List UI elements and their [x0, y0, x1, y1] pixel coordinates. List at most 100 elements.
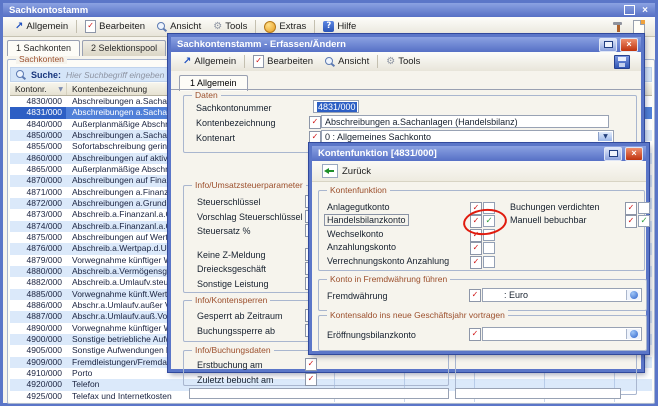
- info-label: Erstbuchung am: [197, 360, 263, 370]
- arrow-ne-icon: ↗: [15, 21, 23, 32]
- menu-tools[interactable]: Tools: [380, 55, 426, 68]
- note-check-icon[interactable]: [470, 256, 482, 269]
- option-row: Manuell bebuchbar: [510, 215, 640, 228]
- note-check-icon[interactable]: [469, 289, 481, 302]
- option-label: Handelsbilanzkonto: [324, 214, 409, 226]
- menu-tools[interactable]: Tools: [207, 20, 253, 33]
- account-number: 4830/000: [10, 96, 66, 107]
- option-row: Verrechnungskonto Anzahlung: [319, 256, 644, 269]
- dropdown-sphere-icon[interactable]: [626, 290, 640, 300]
- col-kontonr[interactable]: Kontonr.: [10, 83, 66, 95]
- note-check-icon[interactable]: [470, 242, 482, 255]
- restore-icon[interactable]: [624, 5, 635, 15]
- account-number: 4909/000: [10, 357, 66, 368]
- checkbox[interactable]: [483, 242, 495, 254]
- zurueck-button[interactable]: Zurück: [317, 163, 376, 179]
- tab-divider: [171, 89, 641, 90]
- close-icon[interactable]: ×: [625, 147, 643, 161]
- close-icon[interactable]: ×: [642, 5, 648, 16]
- saldo-group: Kontensaldo ins neue Geschäftsjahr vortr…: [318, 315, 647, 351]
- erfassen-titlebar: Sachkontenstamm - Erfassen/Ändern ×: [171, 37, 641, 52]
- account-number: 4887/000: [10, 311, 66, 322]
- kontensperren-group-label: Info/Kontensperren: [192, 295, 270, 305]
- info-label: Sonstige Leistung: [197, 279, 269, 289]
- note-check-icon[interactable]: [305, 373, 317, 386]
- account-number: 4925/000: [10, 391, 66, 402]
- info-row: Zuletzt bebucht am: [184, 375, 448, 390]
- option-label: Anzahlungskonto: [327, 242, 396, 252]
- account-number: 4875/000: [10, 232, 66, 243]
- buchungsdaten-group: Info/Buchungsdaten Erstbuchung am Zuletz…: [183, 350, 449, 386]
- account-number: 4900/000: [10, 334, 66, 345]
- save-icon[interactable]: [614, 55, 630, 69]
- option-label: Wechselkonto: [327, 229, 383, 239]
- erfassen-menubar: ↗Allgemein Bearbeiten Ansicht Tools: [171, 52, 641, 72]
- menu-allgemein[interactable]: ↗Allgemein: [177, 55, 242, 68]
- main-window-title: Sachkontostamm: [9, 5, 88, 16]
- menu-ansicht[interactable]: Ansicht: [151, 20, 207, 33]
- note-check-icon[interactable]: [305, 358, 317, 371]
- kontenfunktion-group-label: Kontenfunktion: [327, 185, 390, 195]
- menu-hilfe[interactable]: ?Hilfe: [317, 20, 362, 33]
- checkbox[interactable]: [483, 256, 495, 268]
- fremdwaehrung-combobox[interactable]: : Euro: [482, 288, 642, 302]
- checkbox[interactable]: [638, 202, 650, 214]
- notiz-field[interactable]: [189, 388, 449, 399]
- edit-page-icon: [253, 55, 264, 68]
- option-label: Buchungen verdichten: [510, 202, 600, 212]
- info-label: Buchungssperre ab: [197, 326, 275, 336]
- fremdwaehrung-label: Fremdwährung: [327, 291, 388, 301]
- option-label: Anlagegutkonto: [327, 202, 390, 212]
- kontenart-combobox[interactable]: 0 : Allgemeines Sachkonto: [321, 130, 614, 143]
- option-label: Verrechnungskonto Anzahlung: [327, 256, 449, 266]
- search-label: Suche:: [31, 70, 61, 80]
- minimize-icon[interactable]: [604, 147, 622, 161]
- kontenbezeichnung-field[interactable]: Abschreibungen a.Sachanlagen (Handelsbil…: [321, 115, 609, 128]
- option-row: Anzahlungskonto: [319, 242, 644, 255]
- account-number: 4880/000: [10, 266, 66, 277]
- eroeffnungsbilanzkonto-combobox[interactable]: [482, 327, 642, 341]
- minimize-icon[interactable]: [599, 38, 617, 52]
- dropdown-arrow-icon[interactable]: [598, 132, 612, 141]
- main-titlebar: Sachkontostamm ×: [3, 3, 655, 17]
- account-number: 4831/000: [10, 107, 66, 118]
- note-icon[interactable]: [633, 20, 645, 34]
- kontenfunktion-window-title: Kontenfunktion [4831/000]: [318, 148, 437, 159]
- eroeffnungsbilanzkonto-label: Eröffnungsbilanzkonto: [327, 330, 416, 340]
- sort-arrow-icon: [58, 86, 63, 93]
- hammer-icon[interactable]: [612, 21, 624, 33]
- checkbox[interactable]: [638, 215, 650, 227]
- note-check-icon[interactable]: [469, 328, 481, 341]
- help-icon: ?: [323, 21, 334, 32]
- screen: Sachkontostamm × ↗Allgemein Bearbeiten A…: [0, 0, 658, 406]
- notiz-field[interactable]: [455, 388, 621, 399]
- close-icon[interactable]: ×: [620, 38, 638, 52]
- info-label: Gesperrt ab Zeitraum: [197, 311, 283, 321]
- account-number: 4873/000: [10, 209, 66, 220]
- sachkontonummer-field[interactable]: 4831/000: [313, 100, 359, 113]
- tab-selektionspool[interactable]: 2 Selektionspool: [82, 40, 166, 56]
- menu-bearbeiten[interactable]: Bearbeiten: [247, 54, 319, 69]
- info-label: Steuerschlüssel: [197, 197, 261, 207]
- fremdwaehrung-group-label: Konto in Fremdwährung führen: [327, 274, 450, 284]
- account-number: 4860/000: [10, 153, 66, 164]
- tab-sachkonten[interactable]: 1 Sachkonten: [7, 40, 80, 56]
- account-number: 4910/000: [10, 368, 66, 379]
- menu-extras[interactable]: Extras: [258, 20, 312, 34]
- account-number: 4876/000: [10, 243, 66, 254]
- note-check-icon[interactable]: [625, 215, 637, 228]
- menu-allgemein[interactable]: ↗Allgemein: [9, 20, 74, 33]
- sachkontonummer-label: Sachkontonummer: [196, 103, 272, 113]
- menu-bearbeiten[interactable]: Bearbeiten: [79, 19, 151, 34]
- dropdown-sphere-icon[interactable]: [626, 329, 640, 339]
- kontenfunktion-titlebar: Kontenfunktion [4831/000] ×: [312, 146, 646, 161]
- menu-ansicht[interactable]: Ansicht: [319, 55, 375, 68]
- kontenfunktion-right-options: Buchungen verdichten Manuell bebuchbar: [510, 202, 640, 229]
- erfassen-window-title: Sachkontenstamm - Erfassen/Ändern: [177, 39, 346, 50]
- extras-icon: [264, 21, 276, 33]
- note-check-icon[interactable]: [309, 116, 321, 129]
- gear-icon: [386, 57, 395, 67]
- info-label: Vorschlag Steuerschlüssel: [197, 212, 303, 222]
- buchungsdaten-group-label: Info/Buchungsdaten: [192, 345, 274, 355]
- note-check-icon[interactable]: [625, 202, 637, 215]
